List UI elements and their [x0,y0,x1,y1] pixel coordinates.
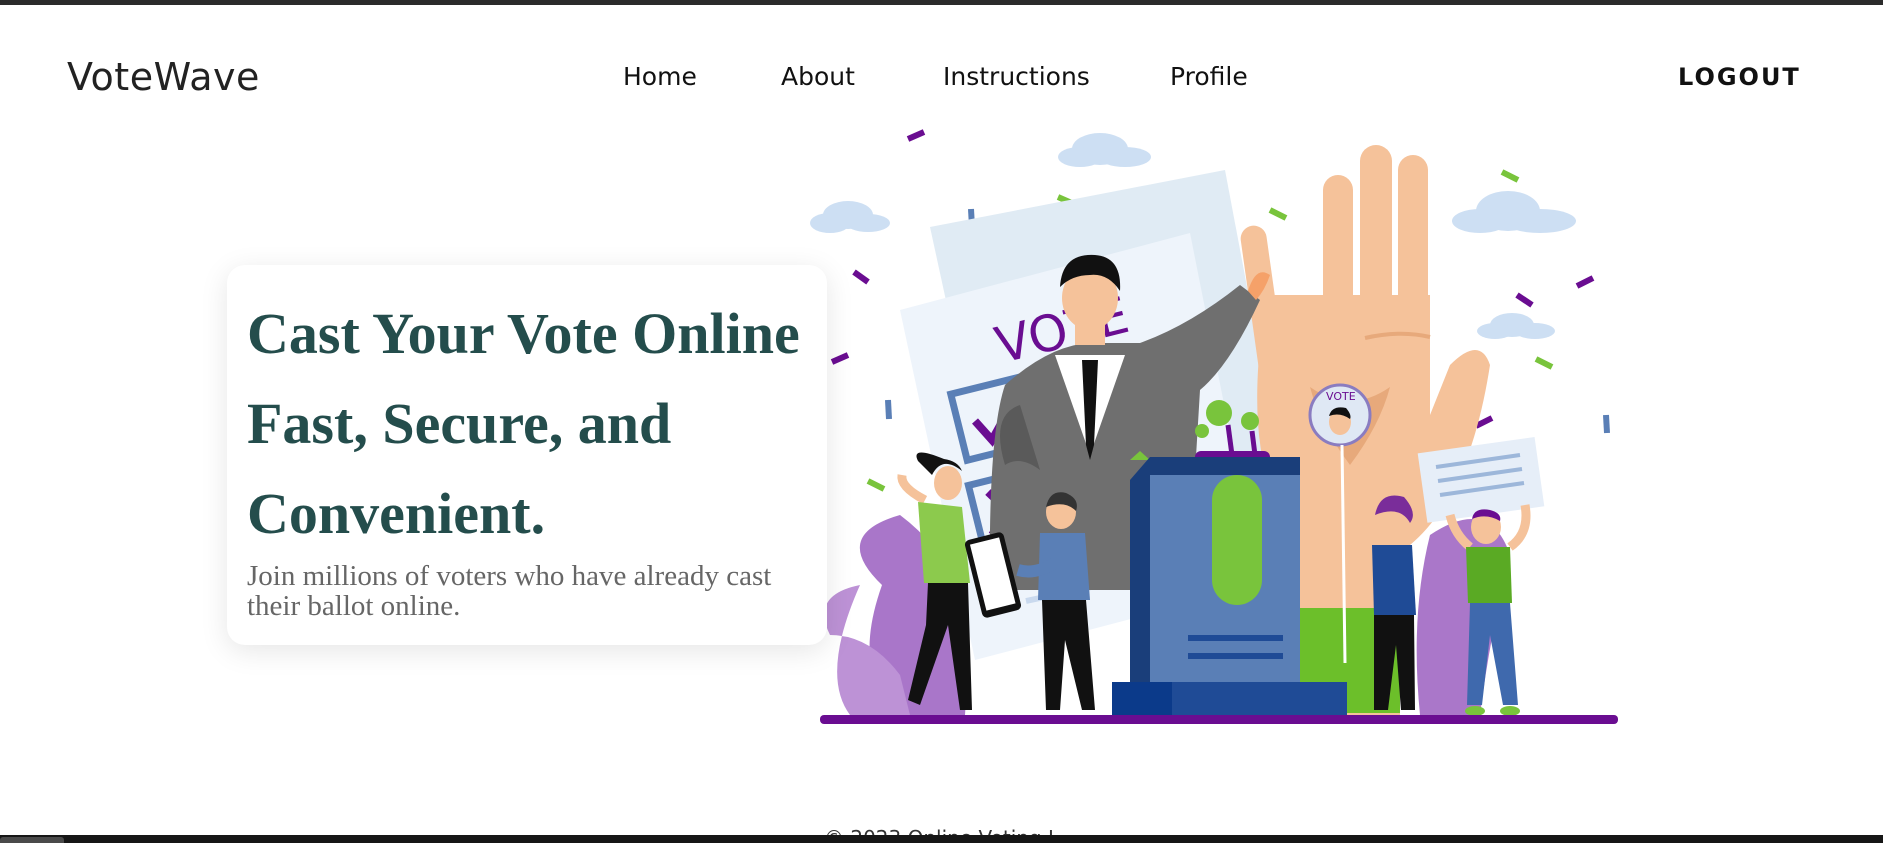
nav-link-home[interactable]: Home [623,62,697,91]
hero-title: Cast Your Vote Online Fast, Secure, and … [247,289,817,559]
hero-subtitle: Join millions of voters who have already… [247,560,772,622]
nav-link-instructions[interactable]: Instructions [943,62,1090,91]
bottom-bar [0,835,1883,843]
hero-title-line-1: Cast Your Vote Online [247,301,800,366]
ground-line [820,715,1618,724]
hero-title-line-2: Fast, Secure, and [247,391,672,456]
nav-link-profile[interactable]: Profile [1170,62,1248,91]
bottom-tab[interactable] [0,837,64,843]
hero-title-line-3: Convenient. [247,481,546,546]
voting-illustration: VOTE VOTE [810,129,1618,724]
logout-button[interactable]: LOGOUT [1678,63,1801,91]
sign-vote-text: VOTE [1326,390,1356,403]
brand-logo[interactable]: VoteWave [67,55,260,99]
nav-link-about[interactable]: About [781,62,855,91]
hero-card: Cast Your Vote Online Fast, Secure, and … [227,265,827,645]
